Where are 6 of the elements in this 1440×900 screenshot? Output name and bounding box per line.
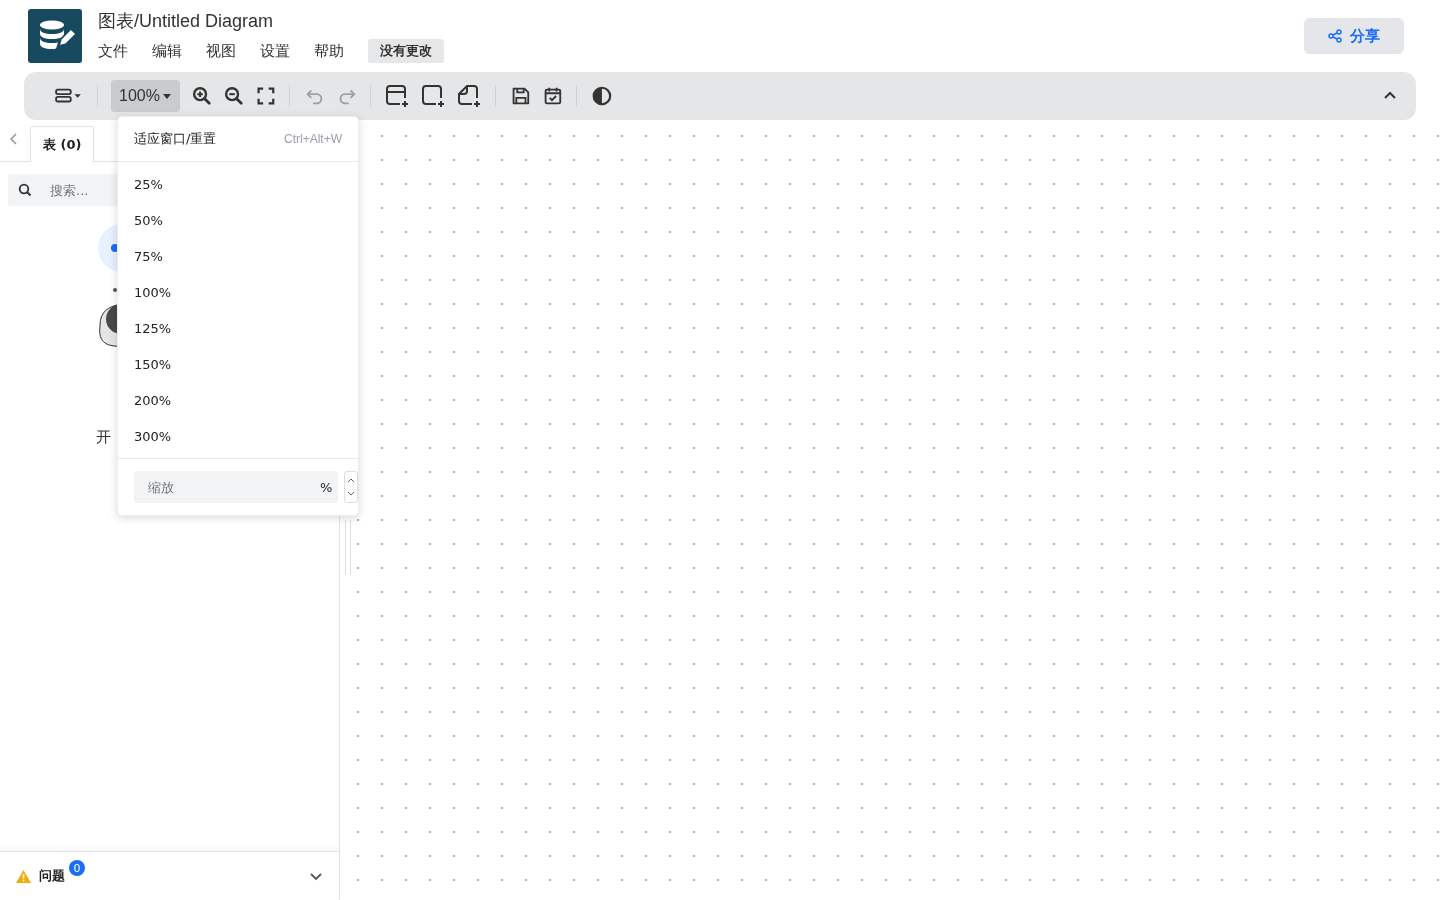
issue-count-badge: 0	[69, 860, 85, 876]
percent-unit: %	[320, 479, 333, 495]
issues-label: 问题	[39, 867, 65, 885]
save-status-badge: 没有更改	[368, 39, 444, 63]
empty-state-text: 开	[96, 428, 111, 447]
diagram-title: 图表/Untitled Diagram	[98, 10, 275, 33]
